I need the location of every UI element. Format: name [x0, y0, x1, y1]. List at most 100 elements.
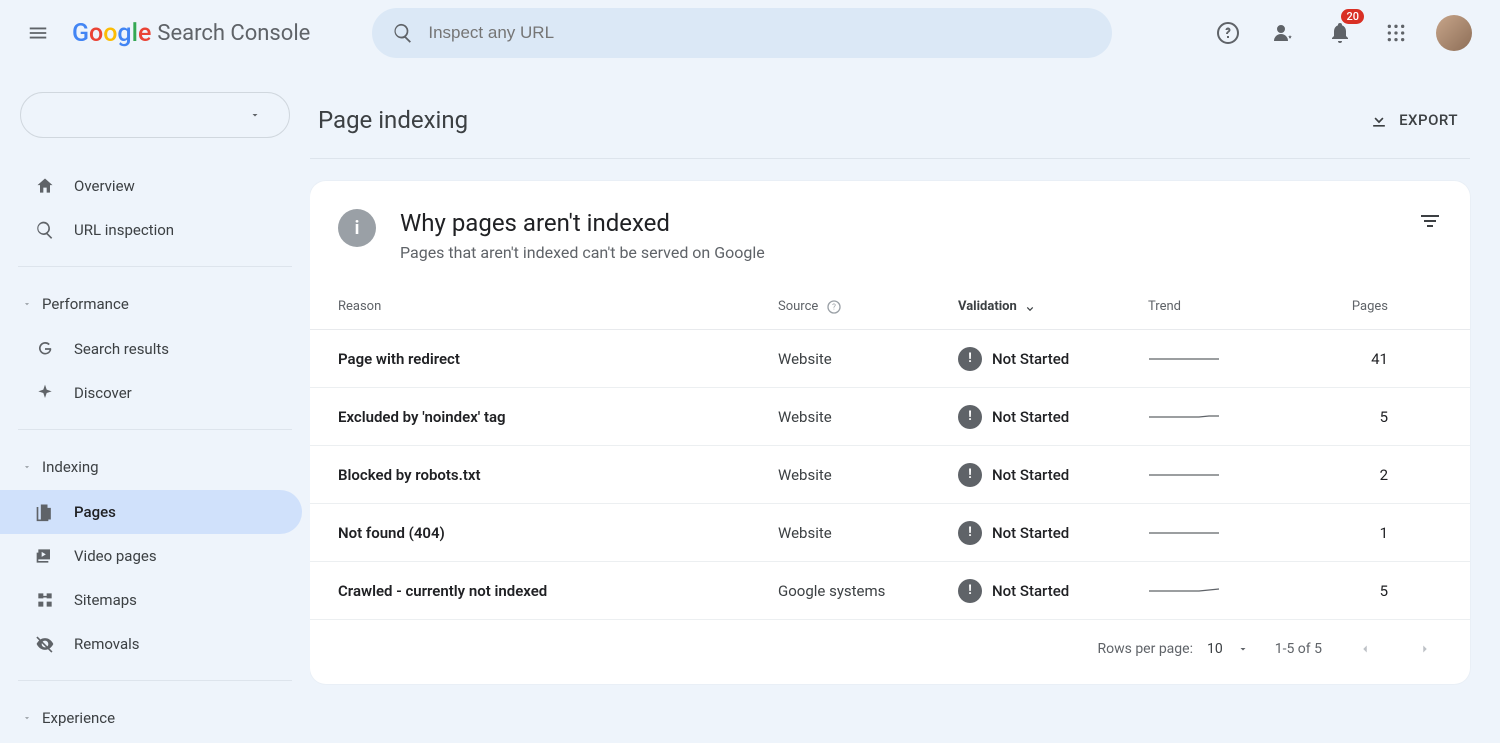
row-validation: ! Not Started — [958, 521, 1148, 545]
bell-icon — [1328, 21, 1352, 45]
export-button[interactable]: EXPORT — [1369, 110, 1458, 130]
search-icon — [392, 22, 414, 44]
sidebar-item-discover[interactable]: Discover — [0, 371, 302, 415]
info-icon: i — [338, 209, 376, 247]
table-row[interactable]: Page with redirect Website ! Not Started… — [310, 330, 1470, 388]
apps-grid-icon — [1386, 23, 1406, 43]
row-trend — [1148, 353, 1258, 365]
home-icon — [35, 176, 55, 196]
col-validation[interactable]: Validation — [958, 299, 1148, 314]
row-source: Website — [778, 408, 958, 426]
sitemap-icon — [35, 590, 55, 610]
app-logo: Google Search Console — [72, 19, 310, 48]
table-row[interactable]: Excluded by 'noindex' tag Website ! Not … — [310, 388, 1470, 446]
row-trend — [1148, 527, 1258, 539]
arrow-down-icon — [1023, 300, 1037, 314]
row-reason: Not found (404) — [338, 524, 778, 542]
chevron-down-icon — [22, 462, 32, 472]
exclamation-icon: ! — [958, 405, 982, 429]
sidebar-item-search-results[interactable]: Search results — [0, 327, 302, 371]
table-row[interactable]: Blocked by robots.txt Website ! Not Star… — [310, 446, 1470, 504]
table-row[interactable]: Not found (404) Website ! Not Started 1 — [310, 504, 1470, 562]
row-reason: Page with redirect — [338, 350, 778, 368]
row-trend — [1148, 469, 1258, 481]
row-reason: Excluded by 'noindex' tag — [338, 408, 778, 426]
sidebar-item-sitemaps[interactable]: Sitemaps — [0, 578, 302, 622]
filter-icon — [1418, 209, 1442, 233]
rows-per-page-label: Rows per page: — [1097, 641, 1192, 657]
sidebar-section-performance[interactable]: Performance — [0, 281, 310, 327]
search-input[interactable] — [428, 23, 1092, 43]
download-icon — [1369, 110, 1389, 130]
exclamation-icon: ! — [958, 347, 982, 371]
card-subtitle: Pages that aren't indexed can't be serve… — [400, 243, 765, 262]
next-page-button[interactable] — [1408, 638, 1442, 660]
chevron-down-icon[interactable] — [1237, 643, 1249, 655]
avatar[interactable] — [1436, 15, 1472, 51]
chevron-down-icon — [22, 713, 32, 723]
sidebar-item-overview[interactable]: Overview — [0, 164, 302, 208]
sidebar-item-label: Overview — [74, 177, 135, 195]
exclamation-icon: ! — [958, 579, 982, 603]
row-pages: 5 — [1258, 408, 1388, 426]
brand-name: Search Console — [157, 21, 310, 46]
chevron-down-icon — [22, 299, 32, 309]
row-validation: ! Not Started — [958, 463, 1148, 487]
page-range: 1-5 of 5 — [1275, 641, 1322, 657]
hamburger-icon — [27, 22, 49, 44]
people-gear-icon — [1272, 21, 1296, 45]
col-pages: Pages — [1258, 299, 1388, 314]
table-header-row: Reason Source ? Validation Trend Pages — [310, 284, 1470, 330]
menu-button[interactable] — [18, 13, 58, 53]
exclamation-icon: ! — [958, 521, 982, 545]
notifications-button[interactable]: 20 — [1324, 17, 1356, 49]
eye-off-icon — [35, 634, 55, 654]
row-pages: 2 — [1258, 466, 1388, 484]
help-icon — [1216, 21, 1240, 45]
filter-button[interactable] — [1418, 209, 1442, 233]
table-row[interactable]: Crawled - currently not indexed Google s… — [310, 562, 1470, 620]
exclamation-icon: ! — [958, 463, 982, 487]
sidebar-item-label: URL inspection — [74, 221, 174, 239]
sidebar-item-pages[interactable]: Pages — [0, 490, 302, 534]
sidebar-item-label: Sitemaps — [74, 591, 137, 609]
sidebar-item-video-pages[interactable]: Video pages — [0, 534, 302, 578]
people-settings-button[interactable] — [1268, 17, 1300, 49]
help-button[interactable] — [1212, 17, 1244, 49]
row-pages: 41 — [1258, 350, 1388, 368]
sidebar-item-label: Video pages — [74, 547, 157, 565]
row-validation: ! Not Started — [958, 347, 1148, 371]
chevron-down-icon — [249, 109, 261, 121]
prev-page-button[interactable] — [1348, 638, 1382, 660]
google-g-icon — [35, 339, 55, 359]
sparkle-icon — [35, 383, 55, 403]
row-trend — [1148, 411, 1258, 423]
page-title: Page indexing — [318, 106, 468, 134]
row-validation: ! Not Started — [958, 405, 1148, 429]
col-reason: Reason — [338, 299, 778, 314]
search-icon — [35, 220, 55, 240]
chevron-right-icon — [1418, 642, 1432, 656]
help-icon[interactable]: ? — [826, 299, 842, 315]
sidebar-section-indexing[interactable]: Indexing — [0, 444, 310, 490]
row-source: Google systems — [778, 582, 958, 600]
sidebar-section-experience[interactable]: Experience — [0, 695, 310, 741]
col-source: Source ? — [778, 299, 958, 315]
pages-icon — [35, 502, 55, 522]
sidebar-item-removals[interactable]: Removals — [0, 622, 302, 666]
col-trend: Trend — [1148, 299, 1258, 314]
row-source: Website — [778, 350, 958, 368]
row-pages: 5 — [1258, 582, 1388, 600]
sidebar-item-label: Search results — [74, 340, 169, 358]
row-source: Website — [778, 524, 958, 542]
row-trend — [1148, 585, 1258, 597]
row-source: Website — [778, 466, 958, 484]
url-inspect-search[interactable] — [372, 8, 1112, 58]
property-selector[interactable] — [20, 92, 290, 138]
row-validation: ! Not Started — [958, 579, 1148, 603]
card-title: Why pages aren't indexed — [400, 209, 765, 237]
apps-button[interactable] — [1380, 17, 1412, 49]
rows-per-page-value[interactable]: 10 — [1207, 641, 1223, 657]
sidebar-item-url-inspection[interactable]: URL inspection — [0, 208, 302, 252]
not-indexed-card: i Why pages aren't indexed Pages that ar… — [310, 181, 1470, 684]
